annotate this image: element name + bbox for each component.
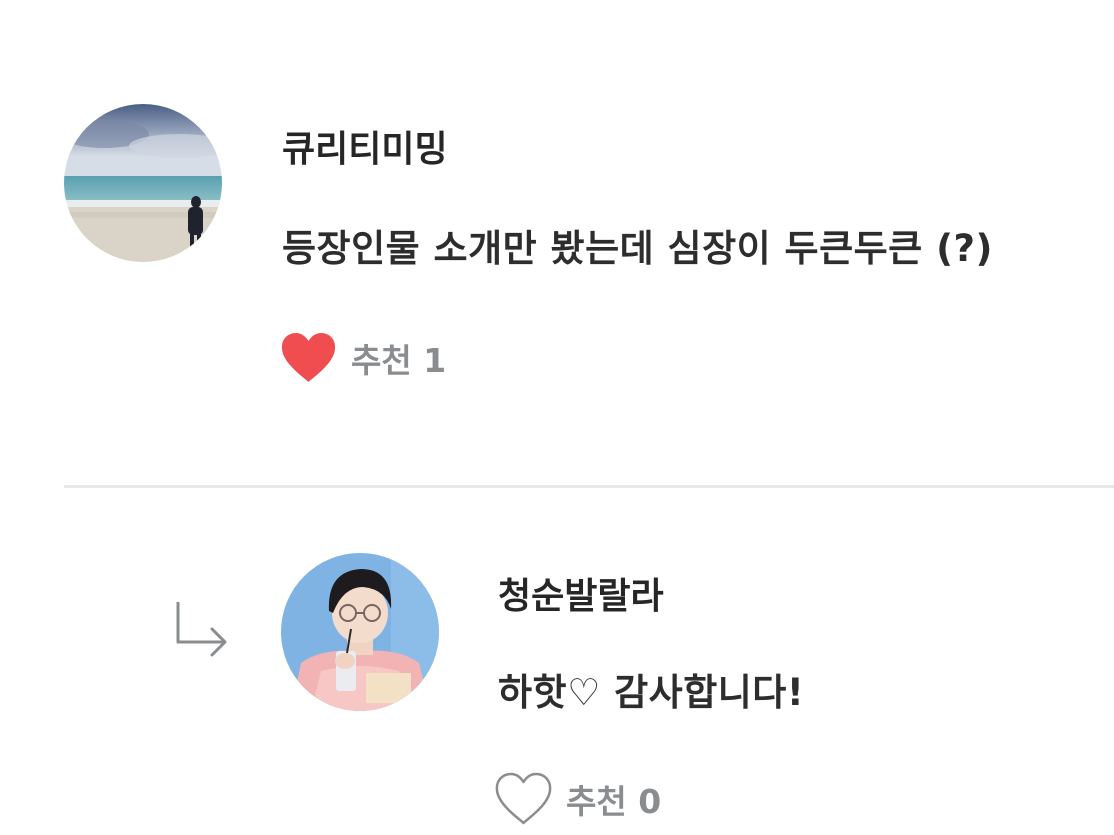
comment-username[interactable]: 큐리티미밍	[282, 120, 448, 172]
like-count: 0	[638, 782, 662, 821]
reply-text: 하핫♡ 감사합니다!	[498, 671, 805, 714]
reply-username[interactable]: 청순발랄라	[498, 567, 664, 619]
like-button[interactable]: 추천 1	[280, 332, 446, 384]
like-count: 1	[423, 341, 447, 380]
avatar[interactable]	[281, 553, 439, 711]
like-button[interactable]: 추천 0	[495, 772, 661, 826]
heart-outline-icon	[495, 772, 552, 825]
comment-text: 등장인물 소개만 봤는데 심장이 두큰두큰 (?)	[282, 227, 993, 270]
divider	[64, 485, 1114, 488]
like-label: 추천 1	[351, 341, 447, 380]
heart-filled-icon	[281, 333, 336, 382]
avatar[interactable]	[64, 104, 222, 262]
reply-arrow-icon	[176, 602, 227, 657]
like-label: 추천 0	[566, 782, 662, 821]
